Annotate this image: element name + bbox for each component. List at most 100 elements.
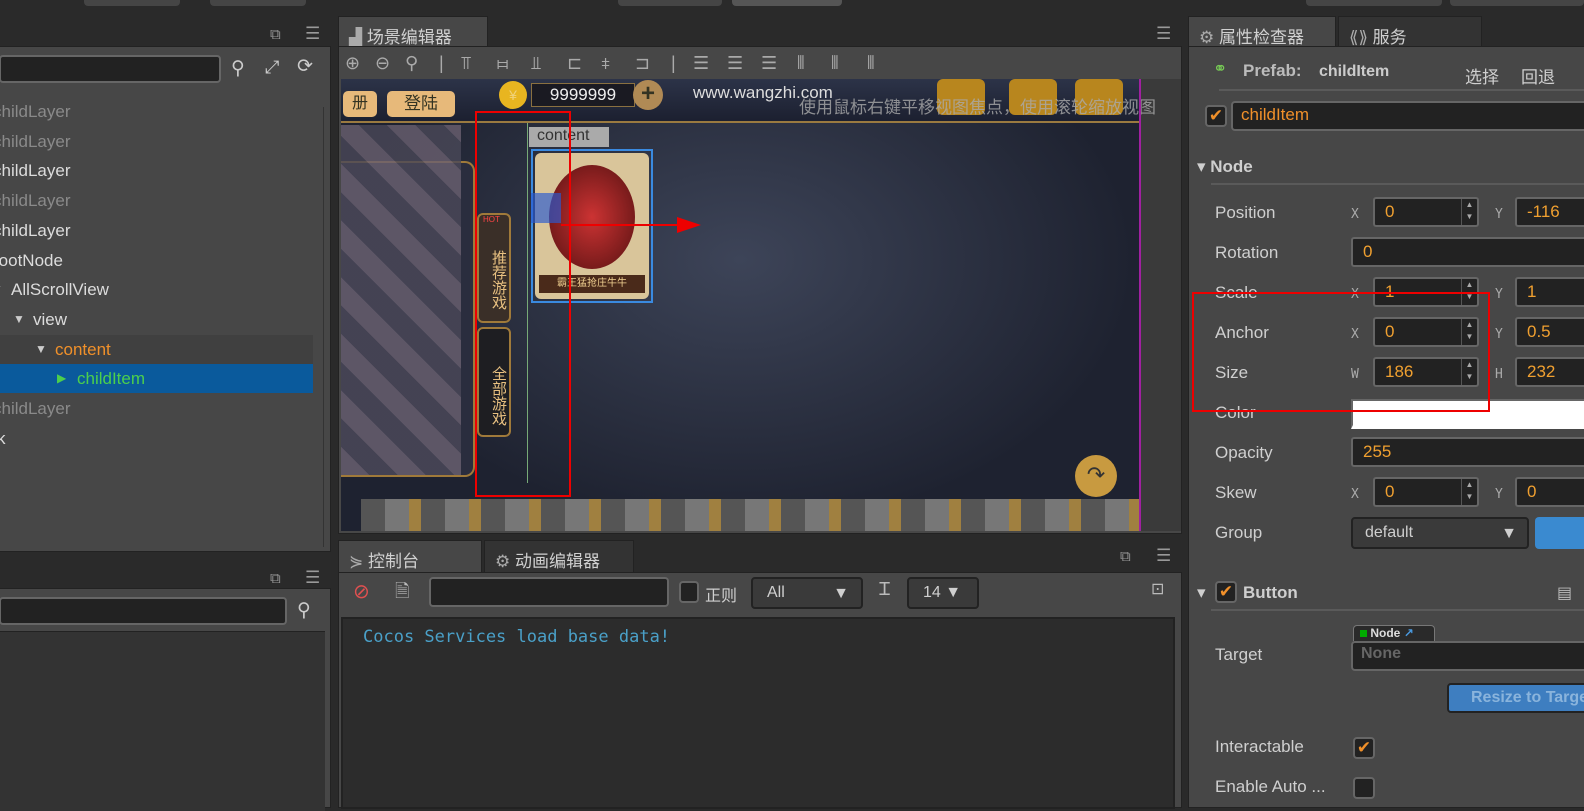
divider: | (439, 53, 444, 73)
target-field[interactable]: None (1351, 641, 1584, 671)
level-select[interactable]: All ▼ (751, 577, 863, 609)
toolbar-button[interactable] (210, 0, 306, 6)
log-file-icon[interactable]: 🗎 (395, 579, 409, 609)
font-size-select[interactable]: 14 ▼ (907, 577, 979, 609)
stepper[interactable]: ▲ ▼ (1461, 199, 1477, 225)
scene-viewport[interactable]: 册 登陆 ¥ 9999999 + www.wangzhi.com 使用鼠标右键平… (341, 79, 1181, 531)
share-icon[interactable]: ↷ (1075, 455, 1117, 497)
menu-icon[interactable]: ☰ (1156, 24, 1171, 44)
node-active-checkbox[interactable]: ✔ (1205, 105, 1227, 127)
stepper[interactable]: ▲ ▼ (1461, 479, 1477, 505)
collapse-arrow-icon[interactable]: ▼ (35, 335, 47, 364)
tab-scene-editor[interactable]: ▟ 场景编辑器 (338, 16, 488, 48)
node-name-input[interactable]: childItem (1231, 101, 1584, 131)
tab-console[interactable]: ⋟ 控制台 (338, 540, 482, 572)
zoom-out-icon[interactable]: ⊖ (375, 53, 390, 74)
regex-checkbox[interactable] (679, 581, 699, 603)
align-hcenter-icon[interactable]: ⧧ (601, 53, 610, 74)
tree-item[interactable]: childLayer (0, 216, 313, 245)
size-h-input[interactable]: 232 (1515, 357, 1584, 387)
clear-icon[interactable]: ⊘ (353, 579, 370, 604)
hierarchy-search-input[interactable] (0, 55, 221, 83)
position-x-input[interactable]: 0 ▲ ▼ (1373, 197, 1479, 227)
edit-group-button[interactable] (1535, 517, 1584, 549)
interactable-checkbox[interactable]: ✔ (1353, 737, 1375, 759)
search-icon[interactable]: ⚲ (297, 599, 311, 622)
revert-prefab-button[interactable]: 回退 (1521, 63, 1555, 88)
popout-icon[interactable]: ⧉ (1120, 548, 1131, 565)
x-arrow-icon[interactable] (677, 217, 701, 233)
collapse-arrow-icon[interactable]: ▼ (13, 305, 25, 334)
resize-to-target-button[interactable]: Resize to Target (1447, 683, 1584, 713)
tab-animation-editor[interactable]: ⚙ 动画编辑器 (484, 540, 634, 572)
position-label: Position (1215, 203, 1276, 222)
zoom-reset-icon[interactable]: ⚲ (405, 53, 418, 74)
popout-icon[interactable]: ⧉ (270, 570, 281, 587)
tree-item[interactable]: ▼ view (0, 305, 313, 334)
tree-item[interactable]: ▼ content (0, 334, 313, 364)
tab-services[interactable]: ⟪⟫ 服务 (1338, 16, 1482, 48)
scale-y-input[interactable]: 1 (1515, 277, 1584, 307)
console-filter-input[interactable] (429, 577, 669, 607)
align-right-icon[interactable]: ⊐ (635, 53, 650, 74)
distribute-right-icon[interactable]: ⫴ (867, 53, 875, 74)
login-button[interactable]: 登陆 (387, 91, 455, 117)
expand-icon[interactable]: ⤢ (265, 57, 279, 78)
node-section-header[interactable]: ▾ Node (1197, 157, 1253, 177)
button-enabled-checkbox[interactable]: ✔ (1215, 581, 1237, 603)
align-top-icon[interactable]: ⫪ (461, 53, 471, 74)
distribute-left-icon[interactable]: ⫴ (797, 53, 805, 74)
assets-search-input[interactable] (0, 597, 287, 625)
align-bottom-icon[interactable]: ⫫ (531, 53, 541, 74)
scene-panel: ⊕ ⊖ ⚲ | ⫪ ⧦ ⫫ ⊏ ⧧ ⊐ | ☰ ☰ ☰ ⫴ ⫴ ⫴ 册 登陆 ¥… (338, 46, 1182, 534)
collapse-arrow-icon[interactable]: ▼ (0, 275, 3, 304)
scrollbar[interactable] (323, 107, 324, 547)
menu-icon[interactable]: ☰ (305, 568, 320, 588)
align-left-icon[interactable]: ⊏ (567, 53, 582, 74)
popout-icon[interactable]: ⧉ (270, 26, 281, 43)
tree-item[interactable]: k (0, 424, 313, 453)
help-book-icon[interactable]: ▤ (1557, 583, 1572, 603)
zoom-in-icon[interactable]: ⊕ (345, 53, 360, 74)
toolbar-button[interactable] (1450, 0, 1584, 6)
search-icon[interactable]: ⚲ (231, 57, 245, 80)
rotation-input[interactable]: 0 (1351, 237, 1584, 267)
add-coins-icon[interactable]: + (633, 80, 663, 110)
toolbar-button[interactable] (84, 0, 180, 6)
distribute-top-icon[interactable]: ☰ (693, 53, 709, 74)
collapse-icon[interactable]: ⊡ (1151, 579, 1164, 599)
tree-item[interactable]: ▼ AllScrollView (0, 275, 313, 304)
tree-item[interactable]: childLayer (0, 127, 313, 156)
tree-item[interactable]: ▶ childItem (0, 364, 313, 394)
toolbar-button[interactable] (618, 0, 722, 6)
x-axis-gizmo[interactable] (561, 224, 681, 226)
opacity-input[interactable]: 255 (1351, 437, 1584, 467)
game-canvas[interactable]: 册 登陆 ¥ 9999999 + www.wangzhi.com 使用鼠标右键平… (341, 79, 1156, 531)
distribute-hcenter-icon[interactable]: ⫴ (831, 53, 839, 74)
collapse-arrow-icon[interactable]: ▾ (1197, 583, 1206, 603)
tab-inspector[interactable]: ⚙ 属性检查器 (1188, 16, 1336, 48)
group-select[interactable]: default ▼ (1351, 517, 1529, 549)
tree-item[interactable]: childLayer (0, 156, 313, 185)
distribute-vcenter-icon[interactable]: ☰ (727, 53, 743, 74)
register-button[interactable]: 册 (343, 91, 377, 117)
position-y-input[interactable]: -116 (1515, 197, 1584, 227)
skew-y-input[interactable]: 0 (1515, 477, 1584, 507)
tree-item[interactable]: childLayer (0, 97, 313, 126)
skew-x-input[interactable]: 0 ▲ ▼ (1373, 477, 1479, 507)
enable-auto-gray-checkbox[interactable] (1353, 777, 1375, 799)
tree-item[interactable]: rootNode (0, 246, 313, 275)
select-prefab-button[interactable]: 选择 (1465, 63, 1499, 88)
open-link-icon[interactable]: ↗ (1404, 626, 1414, 640)
toolbar-button[interactable] (732, 0, 842, 6)
toolbar-button[interactable] (1306, 0, 1442, 6)
distribute-bottom-icon[interactable]: ☰ (761, 53, 777, 74)
align-vcenter-icon[interactable]: ⧦ (497, 53, 508, 74)
refresh-icon[interactable]: ⟳ (297, 55, 313, 78)
menu-icon[interactable]: ☰ (1156, 546, 1171, 566)
expand-arrow-icon[interactable]: ▶ (57, 364, 66, 393)
tree-item[interactable]: childLayer (0, 186, 313, 215)
anchor-y-input[interactable]: 0.5 (1515, 317, 1584, 347)
menu-icon[interactable]: ☰ (305, 24, 320, 44)
tree-item[interactable]: childLayer (0, 394, 313, 423)
